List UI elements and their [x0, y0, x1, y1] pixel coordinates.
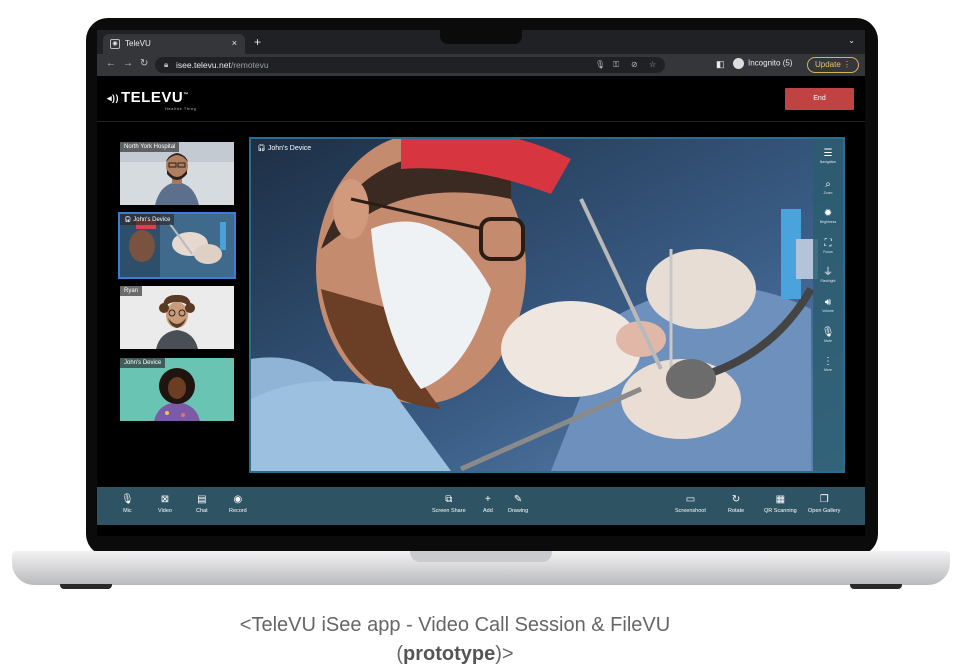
chat-icon: ▤	[197, 494, 207, 505]
star-icon[interactable]: ☆	[649, 60, 656, 69]
screen-share-button[interactable]: ⧉ Screen Share	[432, 494, 466, 514]
incognito-indicator[interactable]: Incognito (5)	[733, 58, 792, 69]
participant-tile[interactable]: Ryan	[120, 286, 234, 349]
flashlight-button[interactable]: ⏚ Flashlight	[813, 267, 843, 284]
add-button[interactable]: + Add	[483, 494, 493, 514]
headset-icon: 🎧︎	[124, 217, 134, 223]
volume-icon: 🔊︎	[824, 297, 832, 308]
back-icon[interactable]: ←	[106, 58, 116, 69]
surgery-video-frame	[251, 139, 843, 471]
address-bar[interactable]: 🔒︎ isee.televu.net/remotevu 🎙︎ ⚿ ⊘ ☆	[155, 57, 665, 73]
microphone-icon[interactable]: 🎙︎	[595, 60, 605, 69]
rotate-button[interactable]: ↻ Rotate	[728, 494, 744, 514]
new-tab-button[interactable]: +	[254, 35, 261, 49]
menu-icon: ☰	[823, 148, 833, 159]
laptop-base-groove	[410, 551, 552, 562]
tab-title: TeleVU	[125, 39, 151, 48]
screenshot-button[interactable]: ▭ Screenshoot	[675, 494, 706, 514]
laptop-screen: ◉ TeleVU × + ⌄ ← → ↻ 🔒︎ isee.televu.net/…	[97, 30, 865, 536]
incognito-icon	[733, 58, 744, 69]
participant-tile[interactable]: John's Device	[120, 358, 234, 421]
qr-scanning-button[interactable]: ▦ QR Scanning	[764, 494, 797, 514]
laptop-foot	[60, 584, 112, 589]
video-button[interactable]: ⊠ Video	[158, 494, 172, 514]
end-call-button[interactable]: End	[785, 88, 854, 110]
call-toolbar: 🎙︎ Mic ⊠ Video ▤ Chat ◉ Record ⧉ Screen Share…	[97, 487, 865, 525]
mute-button[interactable]: 🎙︎ Mute	[813, 327, 843, 344]
gallery-icon: ❐	[819, 494, 829, 505]
focus-icon: ⛶	[824, 238, 832, 249]
add-icon: +	[484, 494, 491, 505]
record-icon: ◉	[233, 494, 243, 505]
screen-share-icon: ⧉	[445, 494, 453, 505]
rotate-icon: ↻	[731, 494, 741, 505]
video-off-icon: ⊠	[160, 494, 170, 505]
forward-icon[interactable]: →	[123, 58, 133, 69]
chat-button[interactable]: ▤ Chat	[196, 494, 208, 514]
mic-off-icon: 🎙︎	[121, 494, 134, 505]
update-button[interactable]: Update ⋮	[807, 57, 859, 73]
signal-waves-icon: ◂))	[107, 92, 120, 103]
lock-icon: 🔒︎	[164, 60, 169, 69]
open-gallery-button[interactable]: ❐ Open Gallery	[808, 494, 840, 514]
close-tab-icon[interactable]: ×	[232, 38, 237, 48]
participant-tile-active[interactable]: 🎧︎ John's Device	[118, 212, 236, 279]
key-icon[interactable]: ⚿	[613, 60, 619, 70]
tab-search-icon[interactable]: ⌄	[848, 36, 855, 45]
brightness-icon: ✹	[823, 208, 833, 219]
navigation-button[interactable]: ☰ Navigation	[813, 148, 843, 165]
televu-favicon-icon: ◉	[110, 39, 120, 49]
participant-name: Ryan	[120, 286, 143, 296]
zoom-button[interactable]: ⌕ Zoom	[813, 179, 843, 196]
eye-off-icon[interactable]: ⊘	[631, 60, 638, 69]
url-text: isee.televu.net/remotevu	[176, 60, 269, 70]
flashlight-icon: ⏚	[823, 267, 833, 278]
record-button[interactable]: ◉ Record	[229, 494, 247, 514]
participant-name: John's Device	[120, 358, 166, 368]
main-video-label: 🎧︎ John's Device	[257, 145, 312, 152]
drawing-button[interactable]: ✎ Drawing	[508, 494, 528, 514]
camera-control-panel: ☰ Navigation ⌕ Zoom ✹ Brightness ⛶ Focus ⏚ Fl…	[813, 139, 843, 471]
participant-name: North York Hospital	[120, 142, 180, 152]
screenshot-icon: ▭	[685, 494, 696, 505]
reload-icon[interactable]: ↻	[140, 58, 148, 69]
mic-button[interactable]: 🎙︎ Mic	[121, 494, 134, 514]
focus-button[interactable]: ⛶ Focus	[813, 238, 843, 255]
volume-button[interactable]: 🔊︎ Volume	[813, 297, 843, 314]
side-panel-icon[interactable]: ◧	[716, 59, 725, 70]
browser-tab[interactable]: ◉ TeleVU ×	[103, 34, 245, 54]
more-icon: ⋮	[823, 356, 833, 367]
brightness-button[interactable]: ✹ Brightness	[813, 208, 843, 225]
camera-notch	[440, 28, 522, 44]
qr-code-icon: ▦	[775, 494, 786, 505]
headset-icon: 🎧︎	[257, 145, 268, 152]
app-header: ◂)) TELEVU™ Healthe Thing End	[97, 76, 865, 122]
image-caption: <TeleVU iSee app - Video Call Session & …	[239, 614, 671, 665]
participant-tile[interactable]: North York Hospital	[120, 142, 234, 205]
participant-name: 🎧︎ John's Device	[120, 214, 175, 225]
more-button[interactable]: ⋮ More	[813, 356, 843, 373]
main-video-feed[interactable]: 🎧︎ John's Device ☰ Navigation ⌕ Zoom ✹ Brig…	[249, 137, 845, 473]
zoom-icon: ⌕	[825, 179, 831, 190]
drawing-icon: ✎	[513, 494, 523, 505]
laptop-foot	[850, 584, 902, 589]
televu-logo: ◂)) TELEVU™ Healthe Thing	[107, 89, 197, 111]
browser-toolbar: ← → ↻ 🔒︎ isee.televu.net/remotevu 🎙︎ ⚿ ⊘…	[97, 54, 865, 76]
mute-icon: 🎙︎	[821, 327, 835, 338]
